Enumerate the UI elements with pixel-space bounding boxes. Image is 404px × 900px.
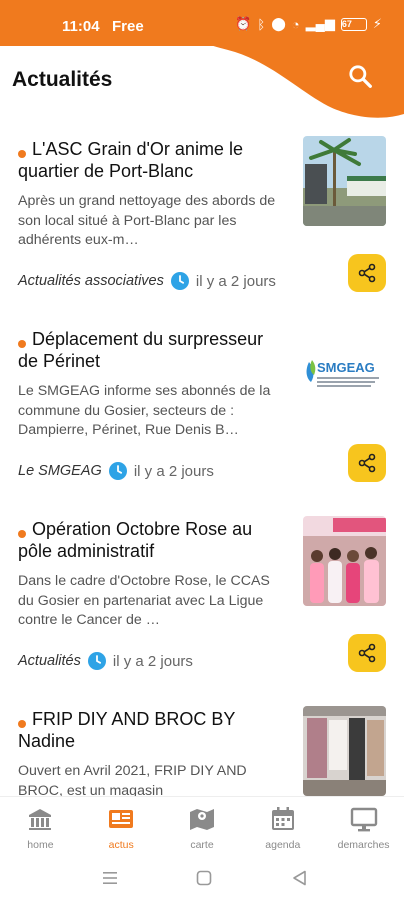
article-excerpt: Ouvert en Avril 2021, FRIP DIY AND BROC,…	[18, 763, 247, 796]
nav-agenda[interactable]: agenda	[242, 797, 323, 856]
nav-demarches-label: demarches	[337, 839, 390, 851]
article-excerpt: Le SMGEAG informe ses abonnés de la comm…	[18, 383, 271, 438]
share-button[interactable]	[348, 254, 386, 292]
bluetooth-icon: ᛒ	[257, 16, 266, 32]
nav-actus[interactable]: actus	[81, 797, 162, 856]
signal-icon: ▂▄▆	[305, 16, 335, 31]
monitor-icon	[350, 807, 377, 832]
nav-home-label: home	[27, 839, 54, 851]
system-nav-bar	[0, 856, 404, 900]
photo-group-pink-image	[303, 516, 386, 606]
article-thumbnail[interactable]	[303, 516, 386, 606]
nav-demarches[interactable]: demarches	[323, 797, 404, 856]
back-triangle-icon[interactable]	[290, 868, 310, 888]
news-icon	[109, 810, 134, 828]
article-excerpt: Dans le cadre d'Octobre Rose, le CCAS du…	[18, 573, 270, 628]
photo-clothes-shop-image	[303, 706, 386, 796]
status-carrier: Free	[112, 18, 144, 35]
article-thumbnail[interactable]	[303, 706, 386, 796]
clock-icon	[108, 462, 127, 480]
smgeag-logo-text: SMGEAG	[317, 360, 375, 375]
photo-palm-tree-image	[303, 136, 386, 226]
article-thumbnail[interactable]: SMGEAG	[303, 326, 386, 416]
share-icon	[358, 643, 376, 663]
bank-icon	[29, 809, 52, 830]
article-excerpt: Après un grand nettoyage des abords de s…	[18, 193, 276, 248]
article-title[interactable]: FRIP DIY AND BROC BY Nadine	[18, 708, 288, 752]
calendar-icon	[271, 807, 294, 830]
article-title[interactable]: Déplacement du surpresseur de Périnet	[18, 328, 288, 372]
article-meta: Le SMGEAG il y a 2 jours	[18, 461, 214, 481]
map-icon	[189, 809, 214, 830]
nav-carte[interactable]: carte	[162, 797, 243, 856]
article-title[interactable]: Opération Octobre Rose au pôle administr…	[18, 518, 288, 562]
nav-actus-label: actus	[108, 839, 134, 851]
article-meta: Actualités il y a 2 jours	[18, 651, 193, 671]
search-icon	[349, 65, 372, 88]
nav-home[interactable]: home	[0, 797, 81, 856]
article-source[interactable]: Le SMGEAG	[18, 463, 102, 479]
charging-icon: ⚡	[372, 16, 382, 31]
share-icon	[358, 453, 376, 473]
share-button[interactable]	[348, 444, 386, 482]
article-card[interactable]: L'ASC Grain d'Or anime le quartier de Po…	[0, 133, 404, 323]
article-source[interactable]: Actualités	[18, 653, 81, 669]
clock-icon	[87, 652, 106, 670]
article-card[interactable]: Déplacement du surpresseur de Périnet Le…	[0, 323, 404, 513]
page-title: Actualités	[12, 68, 113, 91]
nav-agenda-label: agenda	[265, 839, 301, 851]
location-icon: ⬤	[271, 16, 286, 31]
article-time: il y a 2 jours	[112, 652, 193, 670]
share-button[interactable]	[348, 634, 386, 672]
bottom-nav: home actus carte agenda demarches	[0, 796, 404, 856]
article-thumbnail[interactable]	[303, 136, 386, 226]
alarm-icon: ⏰	[235, 16, 252, 31]
article-card[interactable]: Opération Octobre Rose au pôle administr…	[0, 513, 404, 703]
article-title[interactable]: L'ASC Grain d'Or anime le quartier de Po…	[18, 138, 288, 182]
wifi-icon: ◔	[291, 16, 300, 32]
share-icon	[358, 263, 376, 283]
smgeag-logo: SMGEAG	[303, 326, 386, 416]
nav-carte-label: carte	[190, 839, 214, 851]
search-button[interactable]	[344, 60, 376, 92]
home-square-icon[interactable]	[194, 868, 214, 888]
status-icons: ⏰ ᛒ ⬤ ◔ ▂▄▆ 67 ⚡	[235, 16, 382, 32]
article-meta: Actualités associatives il y a 2 jours	[18, 271, 276, 291]
article-time: il y a 2 jours	[195, 272, 276, 290]
news-feed[interactable]: L'ASC Grain d'Or anime le quartier de Po…	[0, 128, 404, 796]
menu-icon[interactable]	[100, 868, 120, 888]
clock-icon	[170, 272, 189, 290]
article-source[interactable]: Actualités associatives	[18, 273, 164, 289]
article-time: il y a 2 jours	[133, 462, 214, 480]
article-card[interactable]: FRIP DIY AND BROC BY Nadine Ouvert en Av…	[0, 703, 404, 796]
status-time: 11:04	[62, 18, 100, 35]
battery-icon: 67	[340, 17, 367, 31]
